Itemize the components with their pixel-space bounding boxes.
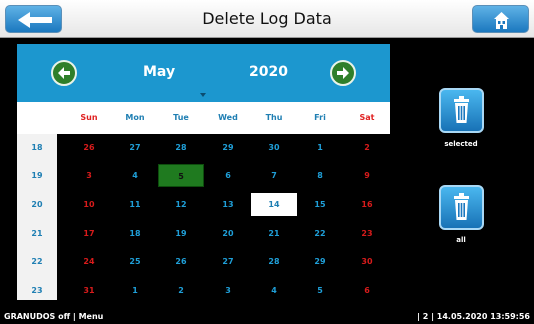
trash-can-icon	[454, 96, 469, 123]
title-bar: Delete Log Data	[0, 0, 534, 38]
weekday-thu: Thu	[265, 113, 283, 122]
dropdown-caret-icon	[200, 93, 206, 97]
status-bar: GRANUDOS off | Menu | 2 | 14.05.2020 13:…	[0, 311, 534, 324]
month-label: May	[143, 64, 176, 80]
calendar-day[interactable]: 4	[251, 279, 297, 302]
calendar-day[interactable]: 21	[251, 222, 297, 245]
status-left: GRANUDOS off | Menu	[4, 312, 104, 321]
delete-all-button[interactable]	[439, 185, 484, 230]
calendar-day[interactable]: 25	[112, 250, 158, 273]
year-label: 2020	[249, 64, 288, 80]
weekday-header: Sun Mon Tue Wed Thu Fri Sat	[17, 102, 390, 134]
calendar-day[interactable]: 2	[344, 136, 390, 159]
weekday-tue: Tue	[173, 113, 189, 122]
calendar-day[interactable]: 5	[297, 279, 343, 302]
calendar-day[interactable]: 26	[66, 136, 112, 159]
weekday-fri: Fri	[314, 113, 326, 122]
calendar-day[interactable]: 19	[158, 222, 204, 245]
calendar-day[interactable]: 3	[66, 164, 112, 187]
delete-selected-label: selected	[444, 140, 478, 148]
delete-selected-button[interactable]	[439, 88, 484, 133]
calendar-day[interactable]: 1	[112, 279, 158, 302]
week-number: 18	[31, 143, 43, 152]
calendar-day[interactable]: 1	[297, 136, 343, 159]
calendar-day[interactable]: 16	[344, 193, 390, 216]
calendar-day[interactable]: 27	[205, 250, 251, 273]
week-number: 20	[31, 200, 43, 209]
window-title: Delete Log Data	[202, 9, 332, 28]
week-number: 21	[31, 229, 43, 238]
calendar-day[interactable]: 13	[205, 193, 251, 216]
calendar-day[interactable]: 23	[344, 222, 390, 245]
week-number: 23	[31, 286, 43, 295]
home-button[interactable]	[472, 5, 529, 33]
previous-month-button[interactable]	[51, 60, 77, 86]
calendar-day[interactable]: 26	[158, 250, 204, 273]
weekday-wed: Wed	[218, 113, 238, 122]
weekday-mon: Mon	[125, 113, 145, 122]
calendar-day[interactable]: 5	[158, 164, 204, 187]
calendar-day[interactable]: 28	[158, 136, 204, 159]
calendar-day[interactable]: 27	[112, 136, 158, 159]
arrow-circle-left-icon	[58, 67, 70, 79]
weekday-sun: Sun	[80, 113, 98, 122]
calendar-day[interactable]: 28	[251, 250, 297, 273]
calendar-day[interactable]: 29	[205, 136, 251, 159]
calendar-day[interactable]: 3	[205, 279, 251, 302]
calendar-day[interactable]: 7	[251, 164, 297, 187]
weekday-sat: Sat	[359, 113, 375, 122]
week-number-column: 18 19 20 21 22 23	[17, 134, 57, 300]
calendar-header: May 2020	[17, 44, 390, 102]
calendar-day[interactable]: 9	[344, 164, 390, 187]
calendar-day[interactable]: 14	[251, 193, 297, 216]
calendar-day[interactable]: 8	[297, 164, 343, 187]
delete-all-label: all	[456, 236, 466, 244]
calendar-day[interactable]: 6	[205, 164, 251, 187]
calendar-day[interactable]: 6	[344, 279, 390, 302]
calendar-day[interactable]: 30	[251, 136, 297, 159]
calendar-day[interactable]: 2	[158, 279, 204, 302]
calendar-day[interactable]: 10	[66, 193, 112, 216]
next-month-button[interactable]	[330, 60, 356, 86]
calendar-day[interactable]: 17	[66, 222, 112, 245]
calendar-day[interactable]: 29	[297, 250, 343, 273]
week-number: 19	[31, 171, 43, 180]
trash-can-icon	[454, 193, 469, 220]
calendar-day[interactable]: 20	[205, 222, 251, 245]
calendar-day[interactable]: 31	[66, 279, 112, 302]
calendar-day[interactable]: 12	[158, 193, 204, 216]
calendar-day[interactable]: 15	[297, 193, 343, 216]
arrow-circle-right-icon	[337, 67, 349, 79]
status-right: | 2 | 14.05.2020 13:59:56	[417, 312, 530, 321]
calendar-day[interactable]: 24	[66, 250, 112, 273]
calendar-day[interactable]: 22	[297, 222, 343, 245]
calendar-day[interactable]: 11	[112, 193, 158, 216]
calendar-day[interactable]: 30	[344, 250, 390, 273]
home-icon	[494, 12, 509, 29]
calendar-day[interactable]: 18	[112, 222, 158, 245]
calendar-day[interactable]: 4	[112, 164, 158, 187]
week-number: 22	[31, 257, 43, 266]
